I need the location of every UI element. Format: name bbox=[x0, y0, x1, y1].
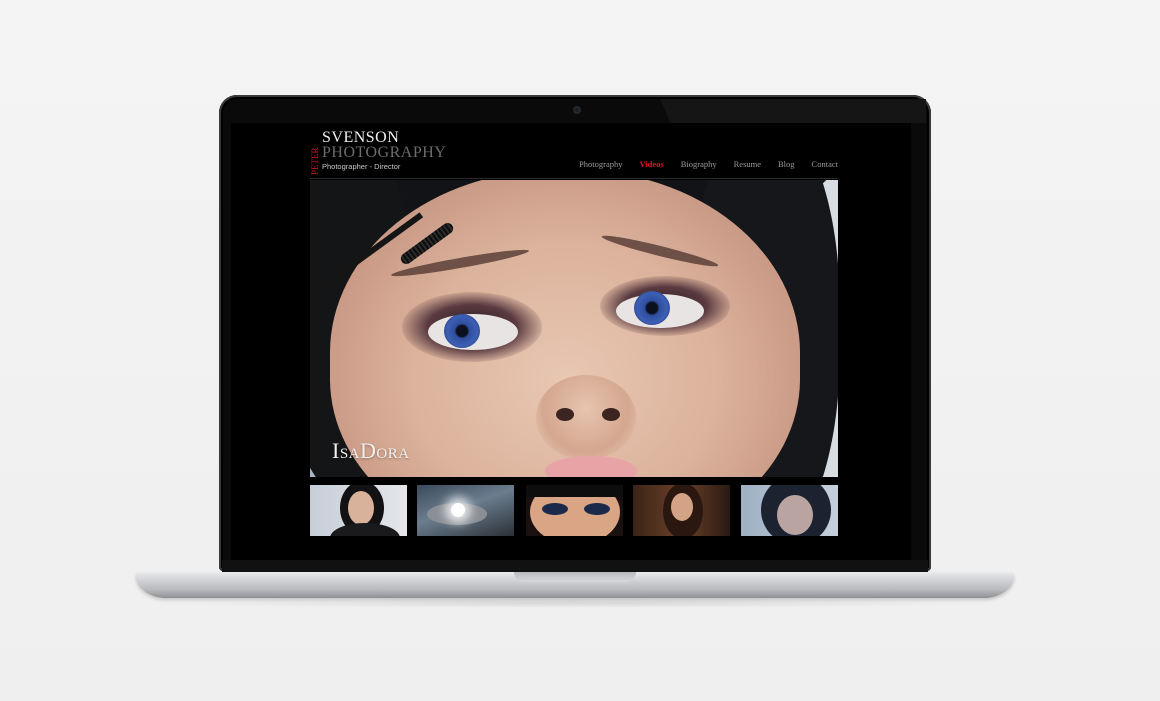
thumb-left-eye bbox=[542, 503, 568, 515]
thumbnail-3[interactable] bbox=[526, 485, 623, 536]
nav-item-resume[interactable]: Resume bbox=[734, 159, 761, 169]
left-nostril bbox=[556, 408, 574, 421]
thumbnail-5[interactable] bbox=[741, 485, 838, 536]
video-thumbnails bbox=[310, 485, 838, 537]
left-iris bbox=[444, 314, 480, 348]
nav-item-blog[interactable]: Blog bbox=[778, 159, 795, 169]
thumb-face bbox=[777, 495, 813, 535]
right-iris bbox=[634, 291, 670, 325]
nav-item-contact[interactable]: Contact bbox=[812, 159, 838, 169]
laptop-screen: PETER SVENSON PHOTOGRAPHY Photographer -… bbox=[231, 123, 911, 560]
nav-item-videos[interactable]: Videos bbox=[639, 159, 663, 169]
laptop-notch bbox=[514, 572, 636, 582]
logo-sub-text[interactable]: PHOTOGRAPHY bbox=[322, 145, 446, 161]
hero-video[interactable]: IsaDora bbox=[310, 180, 838, 477]
logo-tagline: Photographer - Director bbox=[322, 162, 401, 171]
webcam-icon bbox=[573, 106, 581, 114]
logo-side-text: PETER bbox=[310, 147, 320, 175]
thumb-shoulders bbox=[330, 523, 400, 536]
isadora-logo: IsaDora bbox=[332, 438, 410, 463]
hero-nose bbox=[536, 375, 636, 460]
thumbnail-2[interactable] bbox=[417, 485, 514, 536]
thumbnail-1[interactable] bbox=[310, 485, 407, 536]
thumb-face bbox=[671, 493, 693, 521]
nav-item-biography[interactable]: Biography bbox=[681, 159, 717, 169]
thumb-bangs bbox=[526, 485, 623, 497]
thumbnail-4[interactable] bbox=[633, 485, 730, 536]
thumb-headlight bbox=[451, 503, 465, 517]
nav-item-photography[interactable]: Photography bbox=[579, 159, 622, 169]
right-nostril bbox=[602, 408, 620, 421]
site-header: PETER SVENSON PHOTOGRAPHY Photographer -… bbox=[310, 130, 838, 179]
laptop-bottom-bezel bbox=[222, 560, 928, 572]
thumb-right-eye bbox=[584, 503, 610, 515]
screen-glare bbox=[660, 99, 926, 123]
thumb-face bbox=[348, 491, 374, 525]
laptop-shadow bbox=[150, 598, 1000, 608]
mockup-stage: PETER SVENSON PHOTOGRAPHY Photographer -… bbox=[0, 0, 1160, 701]
main-nav: Photography Videos Biography Resume Blog… bbox=[562, 159, 838, 169]
